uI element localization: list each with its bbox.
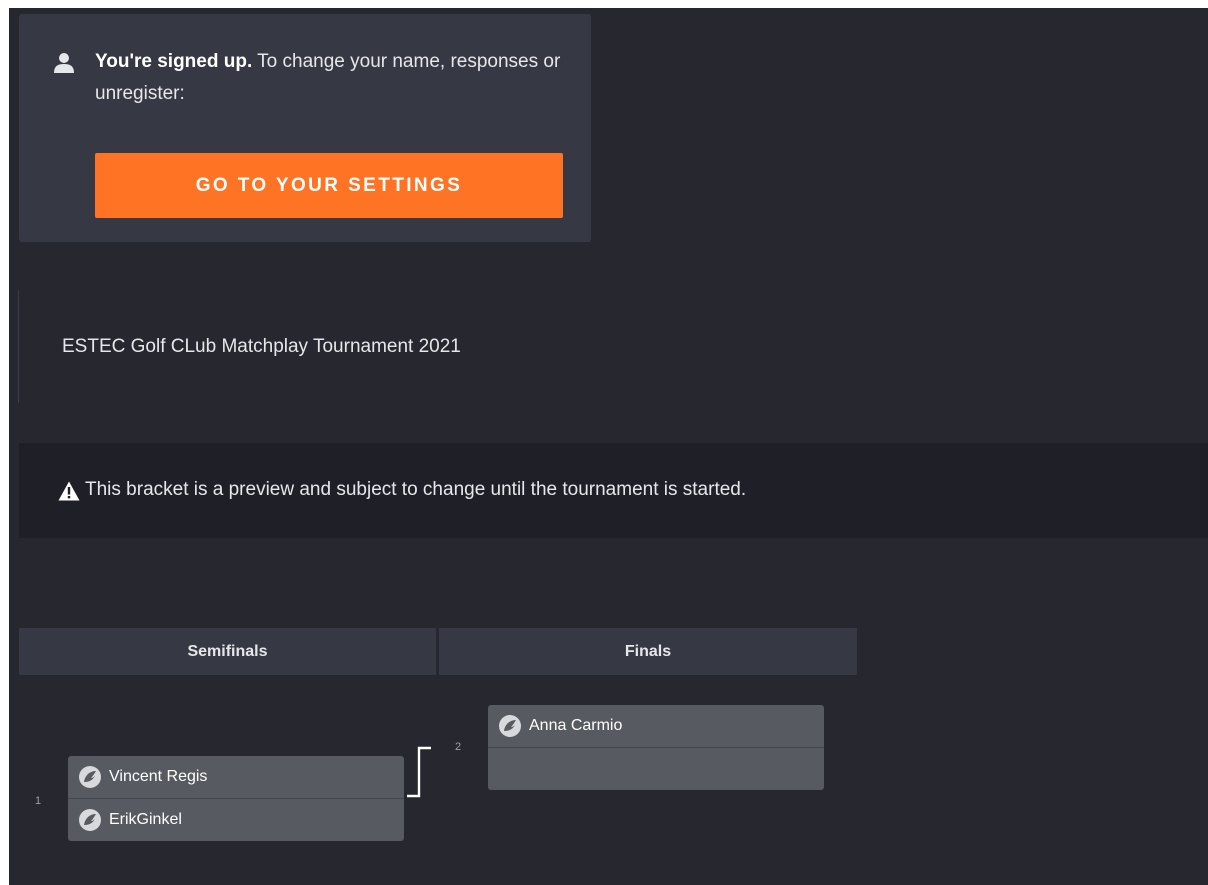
signup-status: You're signed up. (95, 51, 253, 72)
user-icon (54, 53, 74, 73)
player-avatar-icon (499, 715, 521, 737)
signup-message: You're signed up. To change your name, r… (95, 46, 565, 110)
preview-notice-text: This bracket is a preview and subject to… (85, 479, 747, 500)
round-header-finals: Finals (439, 628, 857, 675)
player-name: Vincent Regis (109, 768, 208, 785)
round-header-semifinals: Semifinals (19, 628, 436, 675)
match-number: 1 (35, 795, 42, 807)
bracket-connector (407, 746, 431, 798)
signup-card: You're signed up. To change your name, r… (19, 14, 591, 242)
match-slot-empty[interactable] (488, 747, 824, 790)
match-card[interactable]: Vincent Regis ErikGinkel (68, 756, 404, 841)
match-card[interactable]: Anna Carmio (488, 705, 824, 790)
preview-notice: This bracket is a preview and subject to… (19, 443, 1208, 538)
match-number: 2 (455, 741, 462, 753)
player-name: ErikGinkel (109, 811, 182, 828)
player-avatar-icon (79, 766, 101, 788)
player-avatar-icon (79, 809, 101, 831)
match-slot[interactable]: Anna Carmio (488, 705, 824, 747)
go-to-settings-button[interactable]: GO TO YOUR SETTINGS (95, 153, 563, 218)
warning-icon (58, 481, 80, 501)
tournament-description: ESTEC Golf CLub Matchplay Tournament 202… (62, 336, 461, 357)
bracket-page: You're signed up. To change your name, r… (9, 8, 1208, 885)
match-slot[interactable]: Vincent Regis (68, 756, 404, 798)
player-name: Anna Carmio (529, 717, 623, 734)
match-slot[interactable]: ErikGinkel (68, 798, 404, 841)
description-divider (18, 290, 19, 403)
